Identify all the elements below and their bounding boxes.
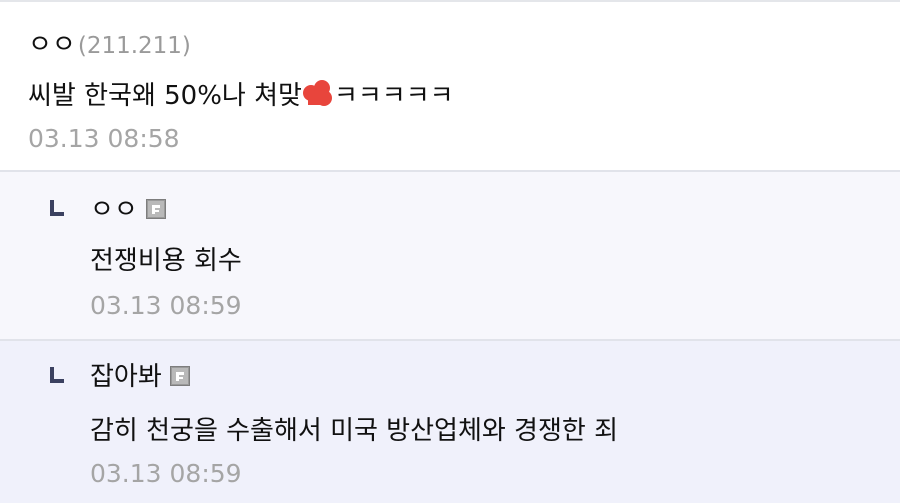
author-nickname[interactable]: 잡아봐 — [90, 362, 162, 392]
reply-item: 잡아봐 감히 천궁을 수출해서 미국 방산업체와 경쟁한 죄 03.13 08:… — [0, 341, 900, 503]
author-ip: (211.211) — [77, 33, 191, 59]
comment-text-before: 씨발 한국왜 50%나 쳐맞 — [28, 81, 302, 111]
comment-text-after: ㅋㅋㅋㅋㅋ — [333, 81, 454, 111]
comment-list: ㅇㅇ(211.211) 씨발 한국왜 50%나 쳐맞 ㅋㅋㅋㅋㅋ 03.13 08… — [0, 0, 900, 503]
comment-author[interactable]: ㅇㅇ(211.211) — [28, 32, 191, 58]
author-nickname[interactable]: ㅇㅇ — [28, 30, 76, 60]
author-nickname[interactable]: ㅇㅇ — [90, 195, 138, 225]
reply-timestamp: 03.13 08:59 — [90, 459, 242, 488]
reply-text: 전쟁비용 회수 — [90, 246, 242, 276]
comment-item: ㅇㅇ(211.211) 씨발 한국왜 50%나 쳐맞 ㅋㅋㅋㅋㅋ 03.13 08… — [0, 0, 900, 172]
fixed-nick-icon — [145, 198, 166, 219]
reply-author[interactable]: 잡아봐 — [90, 364, 190, 390]
reply-timestamp: 03.13 08:59 — [90, 291, 242, 320]
comment-timestamp: 03.13 08:58 — [28, 124, 180, 153]
reply-arrow-icon — [50, 200, 64, 216]
reply-arrow-icon — [50, 367, 64, 383]
reply-author[interactable]: ㅇㅇ — [90, 197, 166, 223]
fixed-nick-icon — [169, 365, 190, 386]
reply-item: ㅇㅇ 전쟁비용 회수 03.13 08:59 — [0, 172, 900, 341]
red-blob-emoji-icon — [302, 79, 334, 112]
comment-text: 씨발 한국왜 50%나 쳐맞 ㅋㅋㅋㅋㅋ — [28, 79, 454, 112]
reply-text: 감히 천궁을 수출해서 미국 방산업체와 경쟁한 죄 — [90, 416, 618, 446]
